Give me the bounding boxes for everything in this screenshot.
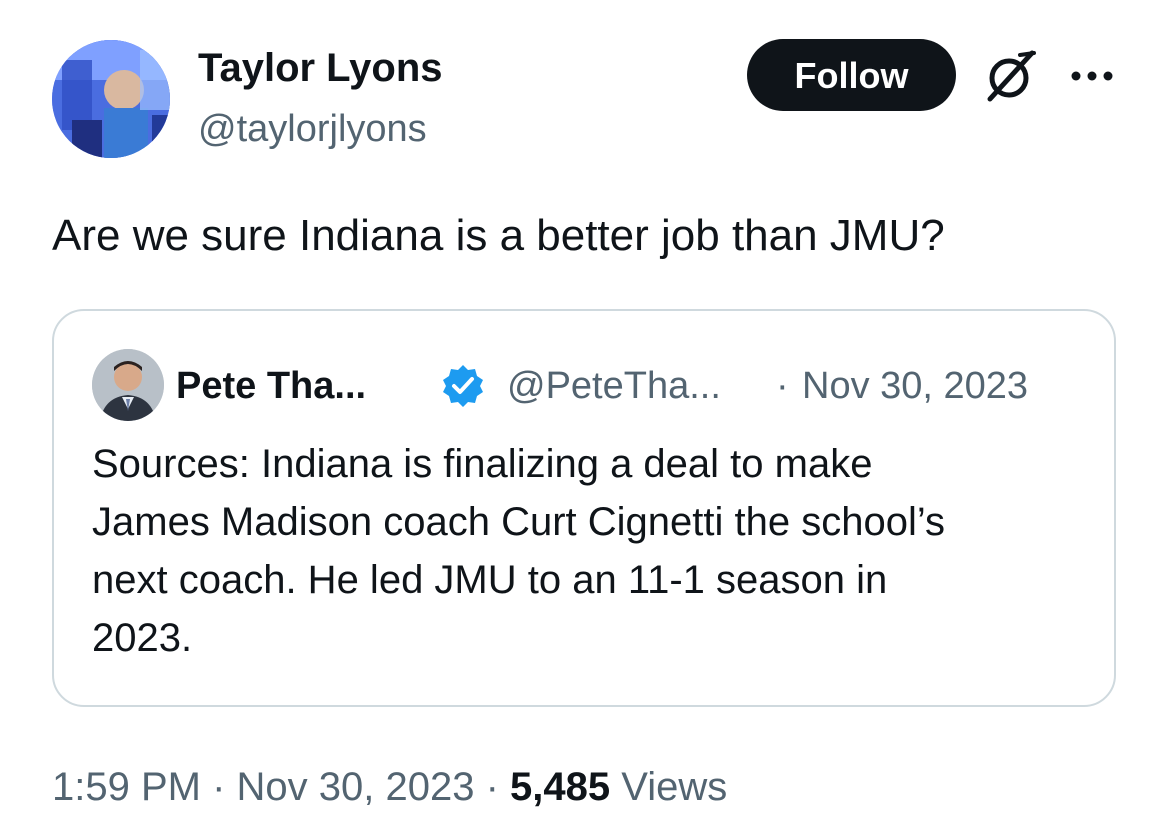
quoted-text-line: James Madison coach Curt Cignetti the sc…: [92, 500, 946, 544]
quoted-separator: ·: [776, 365, 789, 407]
tweet-time[interactable]: 1:59 PM: [52, 765, 201, 809]
tweet-metadata: 1:59 PM · Nov 30, 2023 · 5,485 Views: [52, 762, 727, 812]
author-avatar[interactable]: [52, 40, 170, 158]
grok-icon[interactable]: [980, 47, 1038, 105]
quoted-author-avatar-image: [92, 349, 164, 421]
author-handle[interactable]: @taylorjlyons: [198, 106, 427, 152]
follow-button[interactable]: Follow: [747, 39, 956, 111]
verified-badge-icon: [443, 365, 483, 407]
quoted-text-line: Sources: Indiana is finalizing a deal to…: [92, 442, 873, 486]
meta-separator: ·: [474, 765, 511, 809]
tweet-date[interactable]: Nov 30, 2023: [237, 765, 475, 809]
quoted-text-line: 2023.: [92, 616, 193, 660]
quoted-tweet-text: Sources: Indiana is finalizing a deal to…: [92, 435, 1092, 667]
quoted-author-name[interactable]: Pete Tha...: [176, 363, 366, 409]
tweet-text: Are we sure Indiana is a better job than…: [52, 211, 945, 260]
quoted-author-handle[interactable]: @PeteTha...: [507, 363, 721, 409]
quoted-author-avatar[interactable]: [92, 349, 164, 421]
quoted-date[interactable]: Nov 30, 2023: [802, 363, 1028, 409]
quoted-text-line: next coach. He led JMU to an 11-1 season…: [92, 558, 888, 602]
views-count[interactable]: 5,485: [510, 765, 610, 809]
more-options-icon[interactable]: [1068, 58, 1116, 94]
views-label[interactable]: Views: [610, 765, 727, 809]
meta-separator: ·: [200, 765, 237, 809]
author-display-name[interactable]: Taylor Lyons: [198, 44, 443, 92]
quoted-tweet-card[interactable]: Pete Tha... @PeteTha... · Nov 30, 2023 S…: [52, 309, 1116, 707]
author-avatar-image: [52, 40, 170, 158]
